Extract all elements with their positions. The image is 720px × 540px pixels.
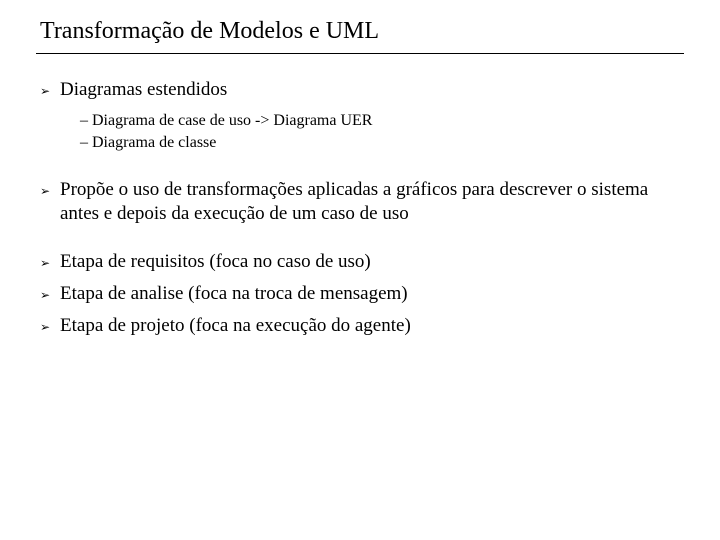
bullet-4-text: Etapa de analise (foca na troca de mensa…	[60, 282, 408, 306]
sub-item-1: – Diagrama de case de uso -> Diagrama UE…	[80, 110, 684, 132]
bullet-2-text: Propõe o uso de transformações aplicadas…	[60, 178, 684, 226]
slide-title: Transformação de Modelos e UML	[36, 18, 684, 45]
bullet-1: ➢ Diagramas estendidos	[36, 78, 684, 102]
bullet-5-text: Etapa de projeto (foca na execução do ag…	[60, 314, 411, 338]
bullet-1-sublist: – Diagrama de case de uso -> Diagrama UE…	[80, 110, 684, 154]
bullet-2: ➢ Propõe o uso de transformações aplicad…	[36, 178, 684, 226]
sub-item-2: – Diagrama de classe	[80, 132, 684, 154]
bullet-5: ➢ Etapa de projeto (foca na execução do …	[36, 314, 684, 338]
bullet-3-text: Etapa de requisitos (foca no caso de uso…	[60, 250, 371, 274]
bullet-1-text: Diagramas estendidos	[60, 78, 227, 102]
triangle-bullet-icon: ➢	[40, 282, 60, 306]
bullet-4: ➢ Etapa de analise (foca na troca de men…	[36, 282, 684, 306]
triangle-bullet-icon: ➢	[40, 178, 60, 226]
triangle-bullet-icon: ➢	[40, 78, 60, 102]
triangle-bullet-icon: ➢	[40, 314, 60, 338]
triangle-bullet-icon: ➢	[40, 250, 60, 274]
bullet-3: ➢ Etapa de requisitos (foca no caso de u…	[36, 250, 684, 274]
title-divider	[36, 53, 684, 54]
